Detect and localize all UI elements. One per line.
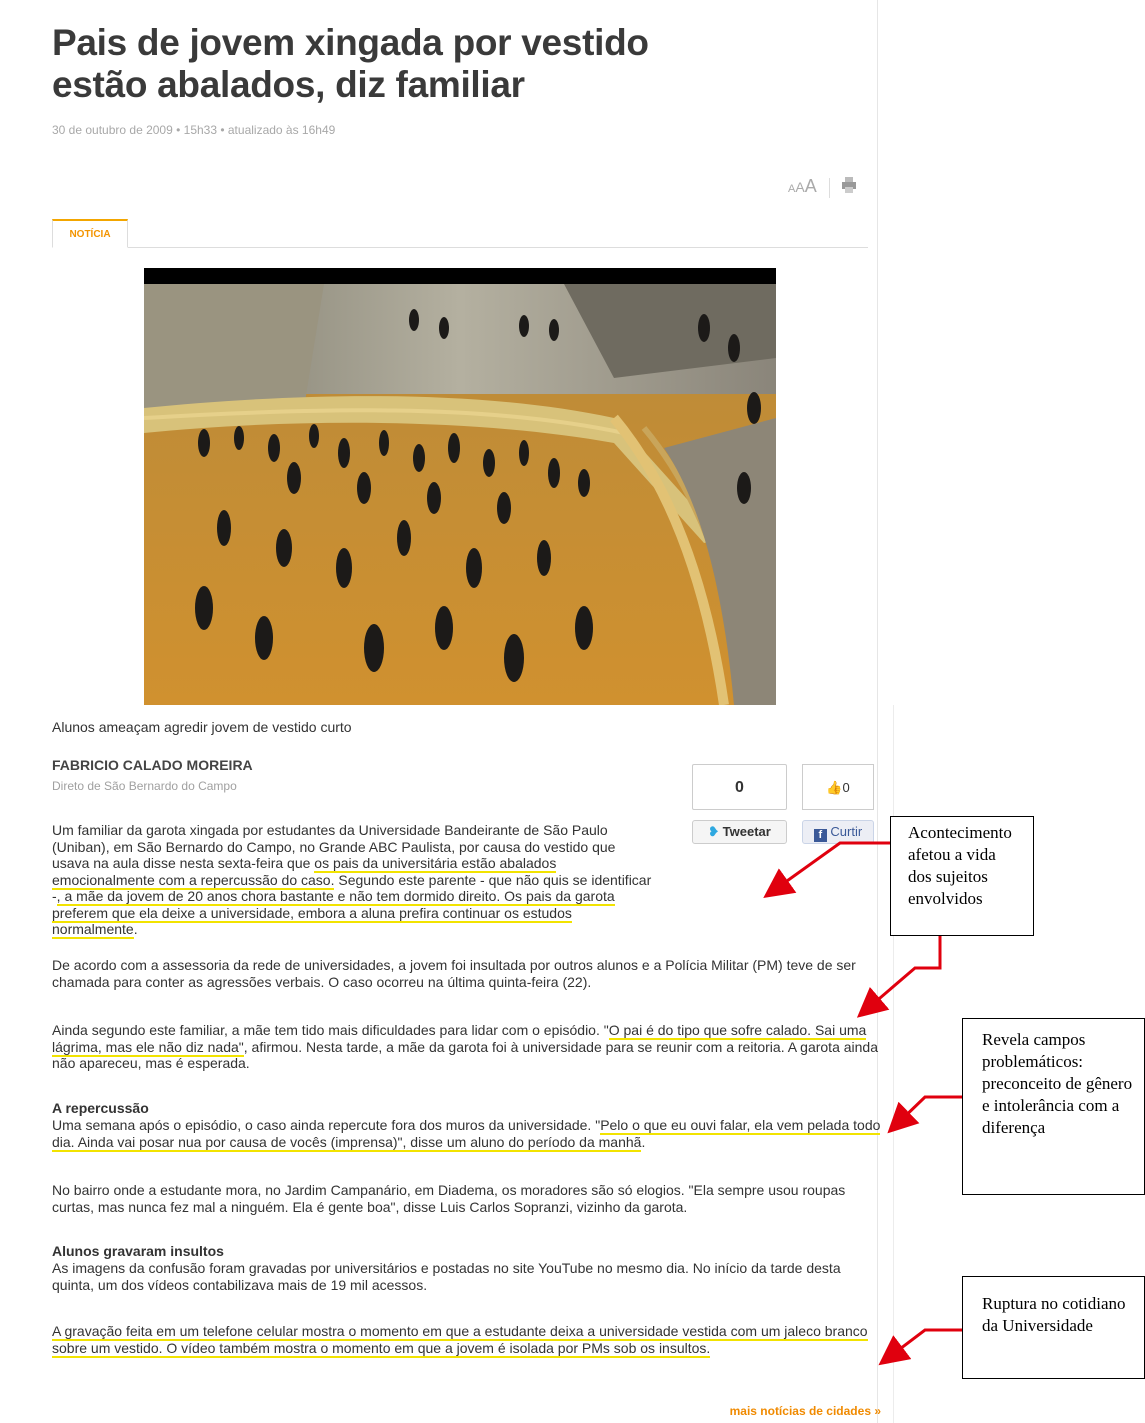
- arrow-2: [856, 936, 942, 1018]
- arrow-3: [887, 1095, 962, 1134]
- arrow-1: [763, 841, 890, 898]
- arrow-4: [878, 1328, 962, 1366]
- annotation-arrows: [763, 841, 962, 1366]
